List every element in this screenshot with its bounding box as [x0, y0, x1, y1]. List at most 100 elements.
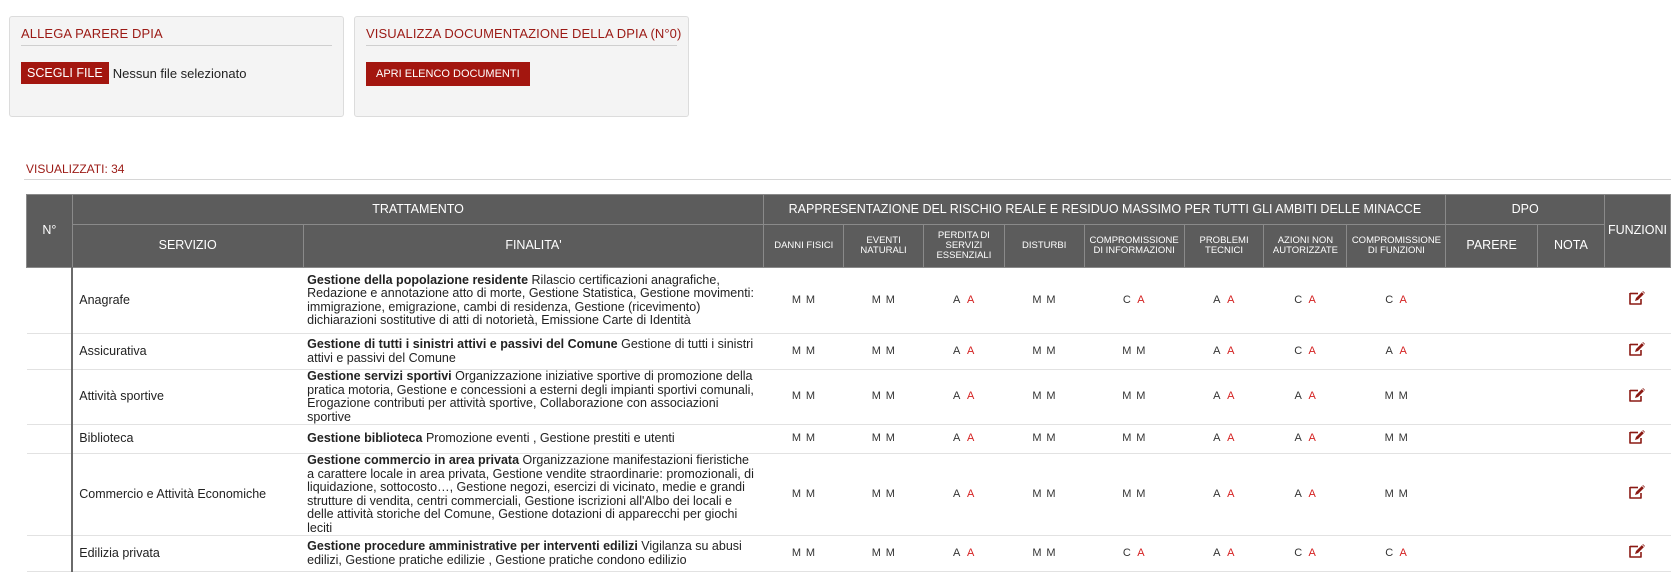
table-row: Edilizia privata Gestione procedure ammin… — [26, 535, 1671, 572]
row-number-cell — [26, 267, 74, 334]
real-risk-level: M — [1384, 432, 1395, 445]
risk-cell-function-compromise: CA — [1346, 535, 1446, 572]
real-risk-level: M — [871, 546, 882, 559]
real-risk-level: M — [1384, 390, 1395, 403]
risk-cell-loss-of-services: AA — [923, 424, 1005, 454]
purpose-cell: Gestione di tutti i sinistri attivi e pa… — [303, 333, 764, 370]
real-risk-level: A — [952, 546, 961, 559]
real-risk-level: M — [871, 390, 882, 403]
choose-file-button[interactable]: SCEGLI FILE — [21, 62, 109, 84]
risk-cell-technical-problems: AA — [1184, 453, 1264, 536]
row-number-cell — [26, 424, 74, 454]
residual-risk-level: A — [1308, 390, 1317, 403]
edit-icon[interactable] — [1627, 543, 1647, 560]
dpo-opinion-cell — [1445, 333, 1538, 370]
risk-cell-info-compromise: MM — [1084, 424, 1185, 454]
real-risk-level: M — [1032, 293, 1043, 306]
residual-risk-level: A — [966, 487, 975, 500]
header-treatment: TRATTAMENTO — [71, 194, 765, 225]
residual-risk-level: M — [1046, 390, 1057, 403]
service-cell: Assicurativa — [72, 333, 304, 370]
real-risk-level: C — [1294, 344, 1303, 357]
real-risk-level: M — [1122, 432, 1132, 445]
real-risk-level: M — [791, 390, 802, 403]
edit-icon[interactable] — [1627, 484, 1647, 501]
real-risk-level: M — [791, 293, 802, 306]
residual-risk-level: M — [1398, 487, 1409, 500]
real-risk-level: A — [1385, 344, 1394, 357]
real-risk-level: A — [952, 487, 961, 500]
edit-icon[interactable] — [1627, 429, 1647, 446]
risk-cell-physical-damage: MM — [763, 369, 844, 425]
residual-risk-level: A — [1227, 432, 1235, 445]
real-risk-level: M — [871, 344, 882, 357]
risk-cell-physical-damage: MM — [763, 267, 844, 334]
risk-cell-natural-events: MM — [843, 535, 924, 572]
dpo-opinion-cell — [1445, 424, 1538, 454]
dpo-note-cell — [1537, 535, 1605, 572]
header-physical-damage: DANNI FISICI — [763, 224, 845, 268]
risk-cell-loss-of-services: AA — [923, 369, 1005, 425]
row-number-cell — [26, 333, 74, 370]
risk-cell-disturbances: MM — [1004, 453, 1085, 536]
edit-icon[interactable] — [1627, 290, 1647, 307]
purpose-cell: Gestione servizi sportivi Organizzazione… — [303, 369, 764, 425]
risk-cell-info-compromise: MM — [1084, 453, 1185, 536]
residual-risk-level: M — [1136, 344, 1146, 357]
risk-cell-natural-events: MM — [843, 267, 924, 334]
residual-risk-level: M — [805, 293, 816, 306]
residual-risk-level: M — [1136, 487, 1146, 500]
residual-risk-level: A — [966, 432, 975, 445]
risk-cell-loss-of-services: AA — [923, 535, 1005, 572]
edit-icon[interactable] — [1627, 341, 1647, 358]
real-risk-level: M — [1032, 390, 1043, 403]
real-risk-level: C — [1385, 293, 1394, 306]
real-risk-level: A — [952, 390, 961, 403]
real-risk-level: C — [1385, 546, 1394, 559]
service-cell: Commercio e Attività Economiche — [72, 453, 304, 536]
edit-icon[interactable] — [1627, 387, 1647, 404]
residual-risk-level: M — [1046, 546, 1057, 559]
residual-risk-level: M — [885, 487, 896, 500]
residual-risk-level: M — [885, 546, 896, 559]
residual-risk-level: A — [1308, 546, 1317, 559]
residual-risk-level: M — [805, 546, 816, 559]
risk-cell-technical-problems: AA — [1184, 424, 1264, 454]
purpose-cell: Gestione biblioteca Promozione eventi , … — [303, 424, 764, 454]
functions-cell — [1604, 535, 1671, 572]
table-row: Anagrafe Gestione della popolazione resid… — [26, 267, 1671, 334]
dpo-note-cell — [1537, 453, 1605, 536]
residual-risk-level: A — [1308, 293, 1317, 306]
risk-cell-natural-events: MM — [843, 424, 924, 454]
risk-cell-loss-of-services: AA — [923, 453, 1005, 536]
real-risk-level: M — [791, 546, 802, 559]
table-row: Commercio e Attività Economiche Gestione … — [26, 453, 1671, 536]
functions-cell — [1604, 369, 1671, 425]
open-documents-button[interactable]: APRI ELENCO DOCUMENTI — [366, 62, 530, 86]
dpo-note-cell — [1537, 333, 1605, 370]
residual-risk-level: M — [885, 432, 896, 445]
service-cell: Edilizia privata — [72, 535, 304, 572]
dpo-note-cell — [1537, 424, 1605, 454]
risk-cell-unauthorized-actions: CA — [1263, 267, 1347, 334]
risk-cell-function-compromise: MM — [1346, 369, 1446, 425]
risk-cell-function-compromise: CA — [1346, 267, 1446, 334]
residual-risk-level: M — [885, 293, 896, 306]
header-dpo: DPO — [1445, 194, 1605, 225]
real-risk-level: A — [952, 293, 961, 306]
purpose-title: Gestione procedure amministrative per in… — [307, 539, 638, 553]
residual-risk-level: A — [1399, 344, 1408, 357]
functions-cell — [1604, 267, 1671, 334]
row-number-cell — [26, 453, 74, 536]
real-risk-level: M — [1032, 432, 1043, 445]
real-risk-level: A — [1213, 546, 1221, 559]
upload-panel-title: ALLEGA PARERE DPIA — [21, 26, 332, 46]
risk-cell-info-compromise: MM — [1084, 333, 1185, 370]
dpia-table: N° TRATTAMENTO RAPPRESENTAZIONE DEL RISC… — [26, 194, 1671, 572]
header-function-compromise: COMPROMISSIONE DI FUNZIONI — [1346, 224, 1447, 268]
dpo-note-cell — [1537, 267, 1605, 334]
purpose-text: Promozione eventi , Gestione prestiti e … — [425, 431, 675, 446]
real-risk-level: A — [1213, 344, 1221, 357]
residual-risk-level: M — [805, 344, 816, 357]
risk-cell-disturbances: MM — [1004, 267, 1085, 334]
